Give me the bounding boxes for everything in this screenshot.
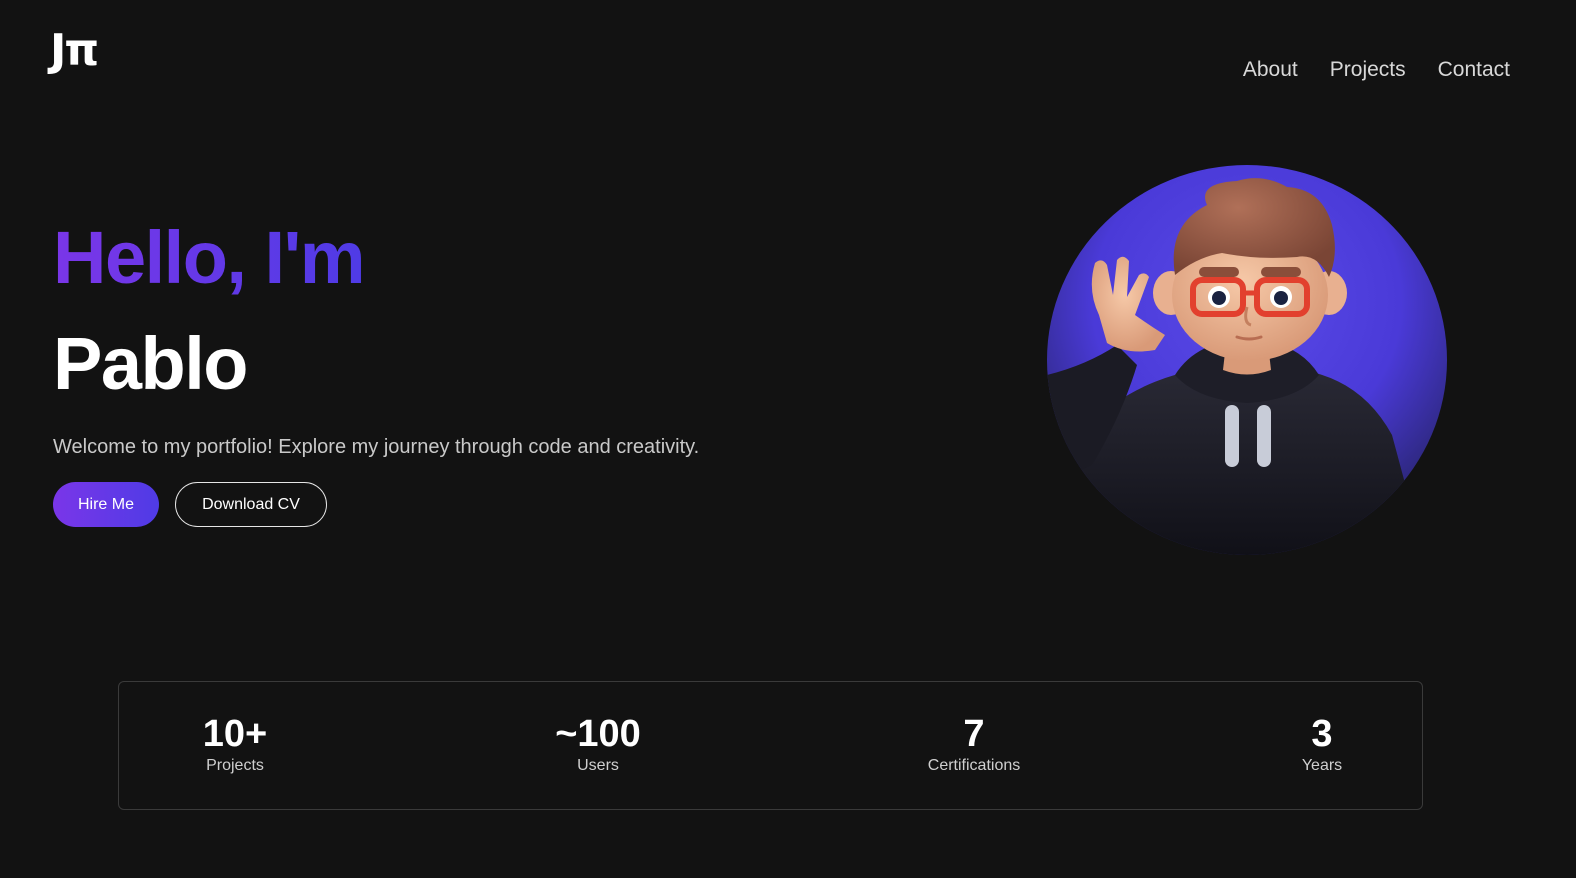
portfolio-page: Jπ About Projects Contact Hello, I'm Pab… <box>0 0 1576 878</box>
main-nav: About Projects Contact <box>1243 56 1510 84</box>
stat-label: Users <box>577 757 619 774</box>
stat-value: 3 <box>1311 713 1333 755</box>
stat-label: Projects <box>206 757 264 774</box>
nav-link-about[interactable]: About <box>1243 56 1298 84</box>
stat-value: 10+ <box>202 713 268 755</box>
stat-certifications: 7 Certifications <box>928 712 1020 776</box>
stat-value: ~100 <box>555 713 641 755</box>
hero-name: Pablo <box>53 322 248 405</box>
stat-value: 7 <box>963 713 985 755</box>
hero-actions: Hire Me Download CV <box>53 482 327 527</box>
stat-projects: 10+ Projects <box>203 712 267 776</box>
stats-panel: 10+ Projects ~100 Users 7 Certifications… <box>118 681 1423 810</box>
stat-label: Certifications <box>927 757 1021 774</box>
site-logo[interactable]: Jπ <box>50 26 99 76</box>
download-cv-button[interactable]: Download CV <box>175 482 327 527</box>
nav-link-projects[interactable]: Projects <box>1330 56 1406 84</box>
stat-years: 3 Years <box>1302 712 1342 776</box>
hero-tagline: Welcome to my portfolio! Explore my jour… <box>53 436 700 458</box>
stat-label: Years <box>1301 757 1343 774</box>
waving-3d-avatar-icon <box>1047 165 1447 555</box>
hero-greeting: Hello, I'm <box>53 212 366 304</box>
stat-users: ~100 Users <box>555 712 641 776</box>
hire-me-button[interactable]: Hire Me <box>53 482 159 527</box>
nav-link-contact[interactable]: Contact <box>1438 56 1510 84</box>
